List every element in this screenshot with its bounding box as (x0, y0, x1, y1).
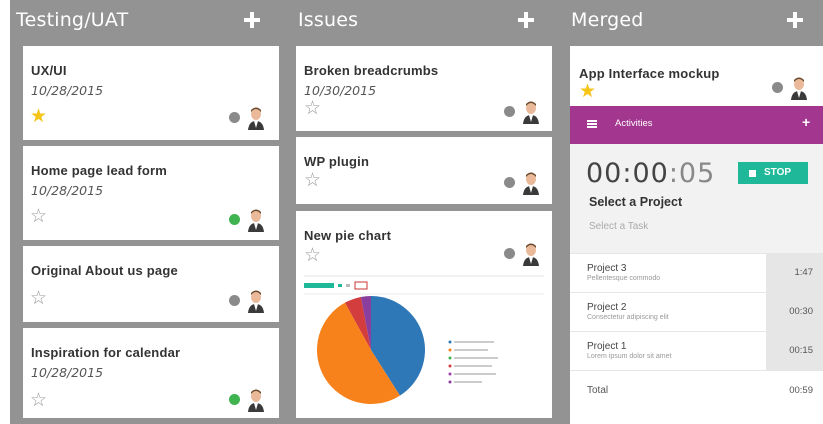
project-time: 00:30 (766, 293, 823, 331)
column-title: Testing/UAT (16, 9, 129, 31)
project-name: Project 3 (587, 263, 627, 274)
project-name: Project 1 (587, 341, 627, 352)
select-project-dropdown[interactable]: Select a Project (589, 195, 682, 209)
status-dot-icon (229, 394, 240, 405)
avatar (523, 243, 539, 266)
activities-label: Activities (615, 118, 653, 129)
add-card-plus-icon[interactable] (518, 12, 534, 28)
star-outline-icon[interactable]: ☆ (304, 99, 321, 118)
project-description: Consectetur adipiscing elit (587, 314, 669, 321)
avatar (791, 77, 807, 100)
project-name: Project 2 (587, 302, 627, 313)
project-time-list: Project 3 Pellentesque commodo 1:47 Proj… (570, 253, 823, 424)
pie-chart-thumbnail-image (304, 275, 544, 404)
star-outline-icon[interactable]: ☆ (304, 246, 321, 265)
status-dot-icon (772, 82, 783, 93)
add-activity-plus-icon[interactable]: + (802, 114, 810, 130)
stop-button[interactable]: STOP (738, 162, 808, 184)
column-header-testing: Testing/UAT (13, 0, 279, 40)
hamburger-menu-icon[interactable] (587, 120, 597, 128)
project-description: Lorem ipsum dolor sit amet (587, 353, 672, 360)
status-dot-icon (504, 106, 515, 117)
column-header-issues: Issues (295, 0, 553, 40)
card-date: 10/28/2015 (31, 183, 104, 198)
status-dot-icon (229, 214, 240, 225)
column-title: Merged (571, 9, 644, 31)
project-description: Pellentesque commodo (587, 275, 661, 282)
avatar (248, 389, 264, 412)
card-ux-ui[interactable]: UX/UI 10/28/2015 ★ (23, 46, 279, 140)
column-header-merged: Merged (568, 0, 823, 40)
avatar (248, 290, 264, 313)
list-item[interactable]: Project 1 Lorem ipsum dolor sit amet 00:… (570, 331, 823, 370)
activities-header: Activities + (570, 106, 823, 144)
status-dot-icon (504, 177, 515, 188)
timer-display: 00:00:05 (586, 158, 715, 189)
card-title: Inspiration for calendar (31, 345, 181, 360)
list-item[interactable]: Project 2 Consectetur adipiscing elit 00… (570, 292, 823, 331)
status-dot-icon (504, 248, 515, 259)
total-label: Total (587, 385, 609, 396)
card-date: 10/30/2015 (304, 83, 377, 98)
card-app-interface-mockup[interactable]: App Interface mockup ★ (570, 46, 823, 106)
card-wp-plugin[interactable]: WP plugin ☆ (296, 137, 552, 204)
star-outline-icon[interactable]: ☆ (30, 289, 47, 308)
avatar (248, 209, 264, 232)
card-inspiration-calendar[interactable]: Inspiration for calendar 10/28/2015 ☆ (23, 328, 279, 418)
project-time: 1:47 (766, 254, 823, 292)
card-title: Home page lead form (31, 163, 167, 178)
card-home-page-lead-form[interactable]: Home page lead form 10/28/2015 ☆ (23, 146, 279, 240)
star-outline-icon[interactable]: ☆ (30, 207, 47, 226)
column-title: Issues (298, 9, 359, 31)
timer-separator: : (668, 158, 679, 189)
card-date: 10/28/2015 (31, 365, 104, 380)
avatar (523, 172, 539, 195)
timer-minutes: 00:00 (586, 158, 669, 189)
star-outline-icon[interactable]: ☆ (30, 391, 47, 410)
total-row: Total 00:59 (570, 370, 823, 410)
card-title: New pie chart (304, 228, 392, 243)
add-card-plus-icon[interactable] (787, 12, 803, 28)
card-original-about-us[interactable]: Original About us page ☆ (23, 246, 279, 322)
timer-seconds: 05 (678, 158, 716, 189)
status-dot-icon (229, 295, 240, 306)
star-filled-icon[interactable]: ★ (579, 82, 596, 101)
card-title: Broken breadcrumbs (304, 63, 439, 78)
stop-square-icon (749, 170, 756, 177)
card-title: App Interface mockup (579, 66, 720, 81)
status-dot-icon (229, 112, 240, 123)
card-date: 10/28/2015 (31, 83, 104, 98)
card-title: Original About us page (31, 263, 178, 278)
stop-label: STOP (764, 167, 792, 178)
avatar (248, 107, 264, 130)
star-filled-icon[interactable]: ★ (30, 107, 47, 126)
project-time: 00:15 (766, 332, 823, 370)
list-item[interactable]: Project 3 Pellentesque commodo 1:47 (570, 253, 823, 292)
card-title: WP plugin (304, 154, 370, 169)
card-title: UX/UI (31, 63, 67, 78)
star-outline-icon[interactable]: ☆ (304, 171, 321, 190)
add-card-plus-icon[interactable] (244, 12, 260, 28)
select-task-dropdown[interactable]: Select a Task (589, 221, 648, 232)
pie-chart-attachment (296, 270, 552, 418)
avatar (523, 101, 539, 124)
card-broken-breadcrumbs[interactable]: Broken breadcrumbs 10/30/2015 ☆ (296, 46, 552, 131)
total-value: 00:59 (789, 385, 813, 396)
